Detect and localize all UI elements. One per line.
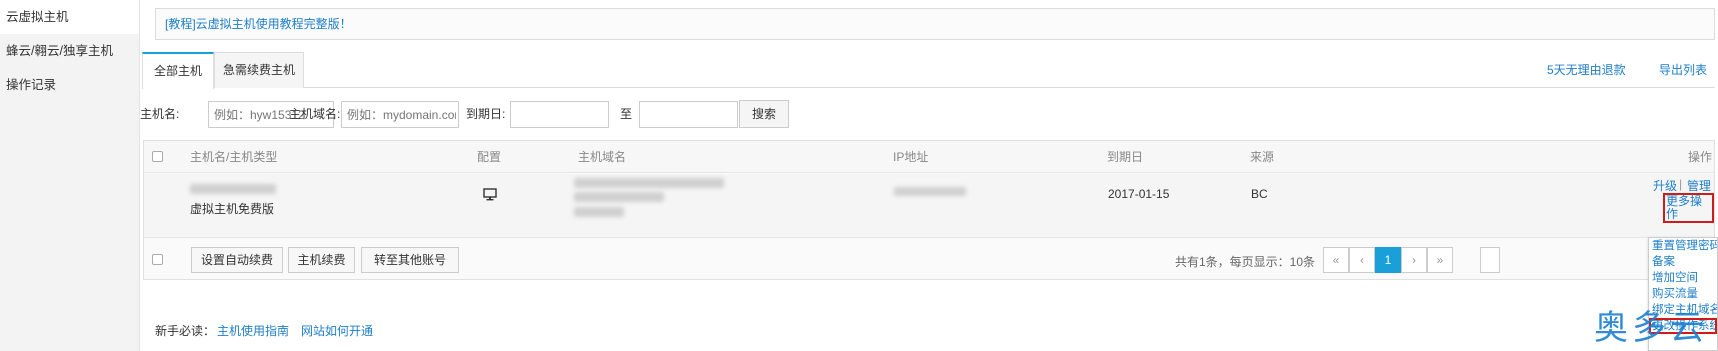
column-header-host-name: 主机名/主机类型 xyxy=(190,150,278,164)
column-header-actions: 操作 xyxy=(1688,150,1713,164)
host-guide-link[interactable]: 主机使用指南 xyxy=(217,324,289,338)
upgrade-link[interactable]: 升级 xyxy=(1653,177,1677,194)
monitor-icon[interactable] xyxy=(483,188,497,202)
sidebar-item-dedicated-host[interactable]: 蜂云/翱云/独享主机 xyxy=(0,34,139,68)
to-label: 至 xyxy=(620,107,633,121)
renew-button[interactable]: 主机续费 xyxy=(288,247,355,273)
column-header-source: 来源 xyxy=(1250,150,1275,164)
menu-item-reset-password[interactable]: 重置管理密码 xyxy=(1649,238,1717,254)
tab-bar: 全部主机 急需续费主机 5天无理由退款 导出列表 xyxy=(142,52,1715,89)
host-table: 主机名/主机类型 配置 主机域名 IP地址 到期日 来源 操作 虚拟主机免费版 … xyxy=(143,140,1715,280)
site-open-link[interactable]: 网站如何开通 xyxy=(301,324,373,338)
more-actions-link[interactable]: 更多操作 xyxy=(1663,193,1714,223)
expire-date: 2017-01-15 xyxy=(1108,187,1170,201)
newbie-label: 新手必读： xyxy=(155,324,216,338)
filter-bar: 主机名: 主机域名: 到期日: 至 搜索 xyxy=(140,100,1055,130)
host-domain-input[interactable] xyxy=(341,101,459,128)
expire-date-label: 到期日: xyxy=(466,107,506,121)
redacted-domain xyxy=(574,207,624,217)
column-header-ip: IP地址 xyxy=(893,150,929,164)
host-domain-label: 主机域名: xyxy=(289,107,341,121)
redacted-domain xyxy=(574,192,664,202)
page-1-button[interactable]: 1 xyxy=(1375,247,1401,273)
tutorial-notice-link[interactable]: [教程]云虚拟主机使用教程完整版！ xyxy=(155,8,1715,40)
prev-page-button[interactable]: ‹ xyxy=(1349,247,1375,273)
bulk-select-checkbox[interactable] xyxy=(152,254,163,265)
manage-link[interactable]: 管理 xyxy=(1687,177,1711,194)
page-jump-input[interactable] xyxy=(1480,247,1500,273)
table-header: 主机名/主机类型 配置 主机域名 IP地址 到期日 来源 操作 xyxy=(144,141,1714,173)
menu-item-add-space[interactable]: 增加空间 xyxy=(1649,270,1717,286)
column-header-domain: 主机域名 xyxy=(578,150,627,164)
redacted-host-name xyxy=(190,184,276,194)
expire-start-input[interactable] xyxy=(510,101,609,128)
action-separator: | xyxy=(1679,177,1683,191)
next-page-button[interactable]: › xyxy=(1401,247,1427,273)
sidebar-item-cloud-virtual-host[interactable]: 云虚拟主机 xyxy=(0,0,139,34)
tab-renew-needed-hosts[interactable]: 急需续费主机 xyxy=(214,52,304,88)
source: BC xyxy=(1251,187,1268,201)
watermark-logo: 奥多云 xyxy=(1594,308,1708,348)
host-type: 虚拟主机免费版 xyxy=(190,202,275,216)
select-all-checkbox[interactable] xyxy=(152,151,163,162)
refund-link[interactable]: 5天无理由退款 xyxy=(1547,63,1626,77)
host-name-label: 主机名: xyxy=(140,107,180,121)
table-row: 虚拟主机免费版 2017-01-15 BC 升级 | 管理 更多操作 xyxy=(144,174,1714,238)
sidebar-item-operation-log[interactable]: 操作记录 xyxy=(0,68,139,102)
pagination-summary: 共有1条，每页显示：10条 xyxy=(1175,255,1316,269)
column-header-expire: 到期日 xyxy=(1107,150,1144,164)
column-header-config: 配置 xyxy=(477,150,502,164)
search-button[interactable]: 搜索 xyxy=(739,100,789,128)
last-page-button[interactable]: » xyxy=(1427,247,1453,273)
redacted-ip xyxy=(894,187,966,196)
newbie-guide: 新手必读： 主机使用指南 网站如何开通 xyxy=(155,321,383,341)
menu-item-filing[interactable]: 备案 xyxy=(1649,254,1717,270)
sidebar: 云虚拟主机 蜂云/翱云/独享主机 操作记录 xyxy=(0,0,140,351)
first-page-button[interactable]: « xyxy=(1323,247,1349,273)
export-list-link[interactable]: 导出列表 xyxy=(1659,63,1707,77)
main-content: [教程]云虚拟主机使用教程完整版！ 全部主机 急需续费主机 5天无理由退款 导出… xyxy=(140,0,1718,351)
redacted-domain xyxy=(574,178,724,188)
tab-all-hosts[interactable]: 全部主机 xyxy=(142,52,214,89)
transfer-account-button[interactable]: 转至其他账号 xyxy=(361,247,459,273)
expire-end-input[interactable] xyxy=(639,101,738,128)
table-footer: 设置自动续费 主机续费 转至其他账号 共有1条，每页显示：10条 « ‹ 1 ›… xyxy=(144,239,1714,281)
auto-renew-button[interactable]: 设置自动续费 xyxy=(191,247,283,273)
